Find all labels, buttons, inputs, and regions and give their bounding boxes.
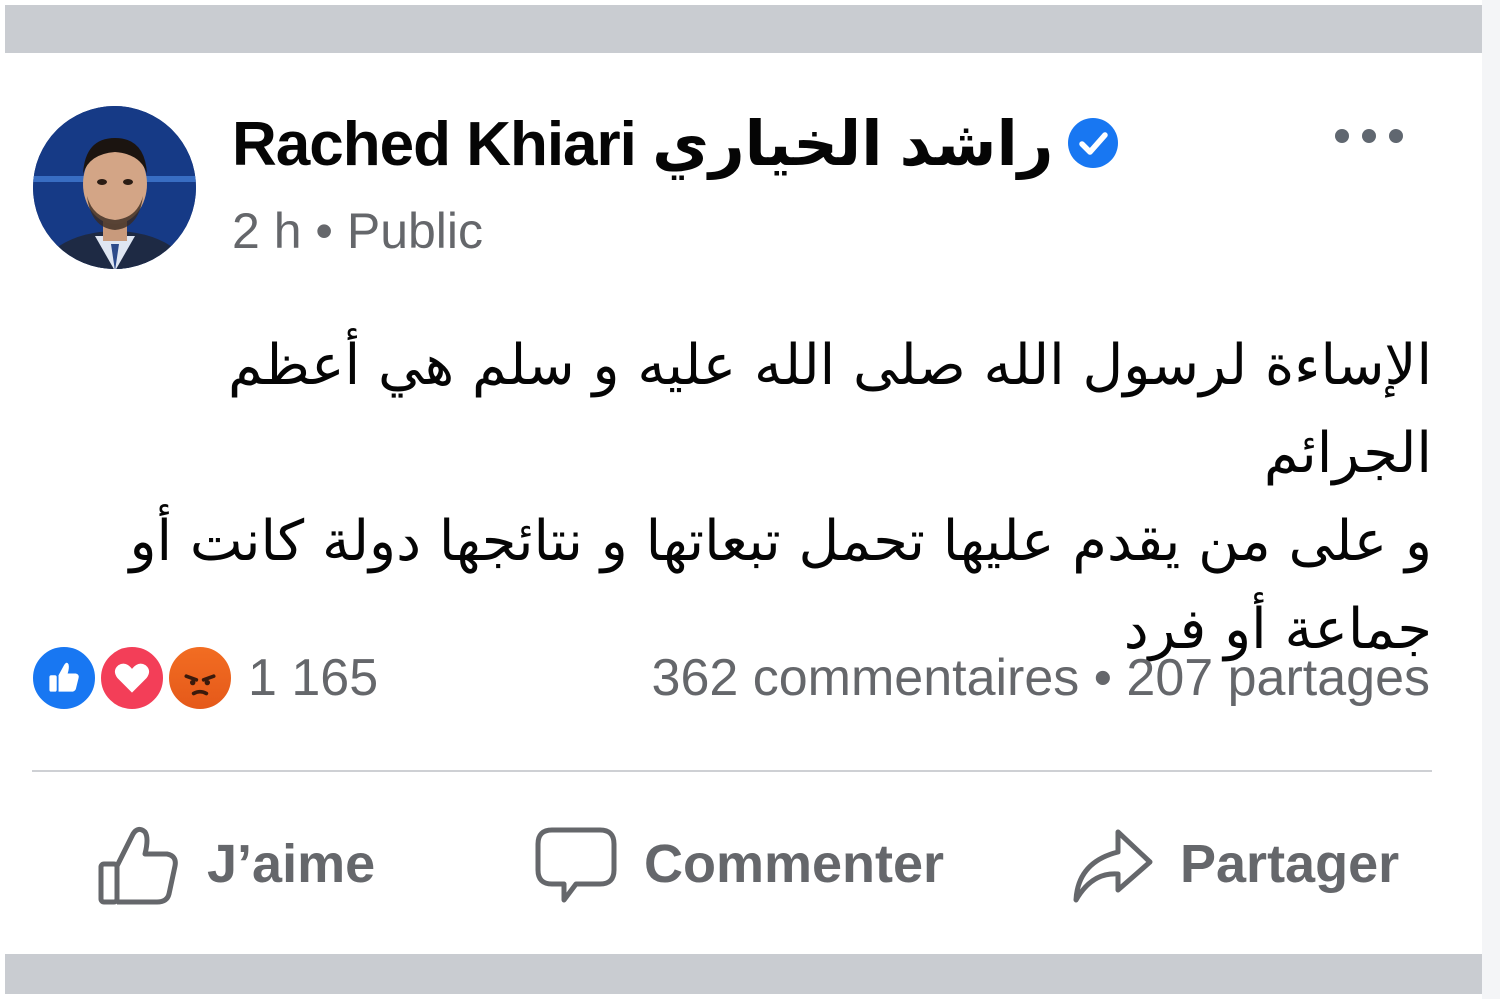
right-edge [1482,0,1500,999]
actions-divider [32,770,1432,772]
more-options-button[interactable] [1330,118,1410,158]
post-body: الإساءة لرسول الله صلى الله عليه و سلم ه… [60,322,1432,674]
love-reaction-icon [98,644,166,712]
reaction-count[interactable]: 1 165 [248,648,378,708]
shares-count-link[interactable]: 207 partages [1126,649,1430,707]
top-separator-band [5,5,1482,53]
bottom-separator-band [5,954,1482,994]
author-name[interactable]: Rached Khiari راشد الخياري [232,107,1054,180]
post-visibility: Public [346,203,484,259]
post-time[interactable]: 2 h [232,203,302,259]
share-button-label: Partager [1180,834,1400,894]
comments-count-link[interactable]: 362 commentaires [652,649,1080,707]
angry-reaction-icon [166,644,234,712]
post-meta: 2 h • Public [232,202,483,260]
comment-button-label: Commenter [644,834,945,894]
thumbs-up-icon [98,826,178,905]
share-arrow-icon [1073,829,1153,903]
like-button-label: J’aime [207,834,376,894]
comment-button[interactable]: Commenter [532,818,944,910]
engagement-stats: 362 commentaires • 207 partages [652,648,1430,708]
more-dots-icon [1335,129,1403,143]
avatar-photo [33,106,196,269]
post-text-line: الإساءة لرسول الله صلى الله عليه و سلم ه… [227,333,1432,486]
speech-bubble-icon [535,827,617,903]
meta-separator: • [315,203,333,259]
stats-separator: • [1093,649,1112,707]
post-text-line: و على من يقدم عليها تحمل تبعاتها و نتائج… [129,509,1432,574]
like-reaction-icon [30,644,98,712]
avatar[interactable] [33,106,196,269]
share-button[interactable]: Partager [1068,818,1399,910]
post-header: Rached Khiari راشد الخياري [232,107,1119,180]
like-button[interactable]: J’aime [95,818,375,910]
verified-badge-icon [1067,117,1119,169]
